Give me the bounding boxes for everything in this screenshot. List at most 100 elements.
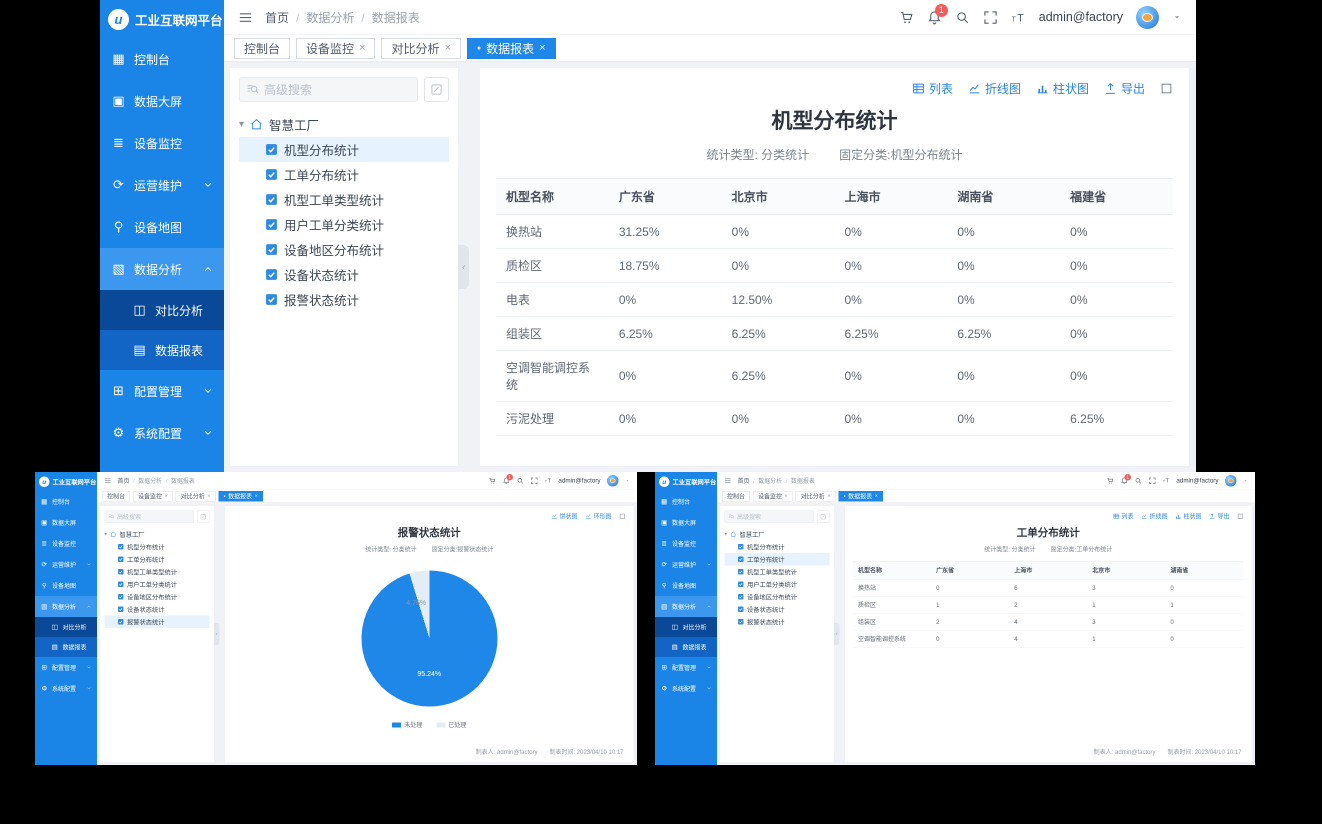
tab-close-icon[interactable]: × xyxy=(359,43,365,54)
cart-icon[interactable] xyxy=(1106,477,1114,485)
breadcrumb-item-home[interactable]: 首页 xyxy=(738,476,750,485)
tree-item-machine-distribution[interactable]: 机型分布统计 xyxy=(105,541,210,554)
tree-item-machine-workorder-type[interactable]: 机型工单类型统计 xyxy=(105,566,210,579)
tab-close-icon[interactable]: × xyxy=(444,43,450,54)
collapse-panel-handle[interactable]: ‹ xyxy=(214,623,220,645)
checkbox-checked-icon[interactable] xyxy=(118,556,125,563)
sidebar-item-device-map[interactable]: ⚲设备地图 xyxy=(35,575,97,596)
collapse-panel-handle[interactable]: ‹ xyxy=(834,623,840,645)
sidebar-item-device-monitor[interactable]: ≣设备监控 xyxy=(655,533,717,554)
tab-close-icon[interactable]: × xyxy=(539,43,545,54)
sidebar-item-config-manage[interactable]: ⊞配置管理 xyxy=(655,657,717,678)
legend-item-handled[interactable]: 已处理 xyxy=(436,721,466,730)
sidebar-item-compare-analysis[interactable]: ◫对比分析 xyxy=(35,617,97,637)
collapse-panel-handle[interactable]: ‹ xyxy=(458,245,469,289)
sidebar-item-data-analysis[interactable]: ▧数据分析 xyxy=(35,596,97,617)
user-email[interactable]: admin@factory xyxy=(558,477,600,484)
tree-item-machine-distribution[interactable]: 机型分布统计 xyxy=(725,541,830,554)
fullscreen-report-button[interactable] xyxy=(1160,82,1173,95)
breadcrumb-item-report[interactable]: 数据报表 xyxy=(162,476,195,485)
export-button[interactable]: 导出 xyxy=(1209,512,1230,521)
avatar[interactable] xyxy=(1225,475,1237,487)
sidebar-item-bigscreen[interactable]: ▣数据大屏 xyxy=(100,80,224,122)
checkbox-checked-icon[interactable] xyxy=(738,594,745,601)
tree-item-user-workorder-class[interactable]: 用户工单分类统计 xyxy=(105,578,210,591)
checkbox-checked-icon[interactable] xyxy=(738,606,745,613)
user-email[interactable]: admin@factory xyxy=(1039,10,1123,24)
tab-close-icon[interactable]: × xyxy=(827,493,830,499)
tree-item-machine-distribution[interactable]: 机型分布统计 xyxy=(239,137,449,162)
checkbox-checked-icon[interactable] xyxy=(738,556,745,563)
breadcrumb-item-report[interactable]: 数据报表 xyxy=(354,9,419,26)
tab-close-icon[interactable]: × xyxy=(875,493,878,499)
tree-root[interactable]: ▾ 智慧工厂 xyxy=(239,112,449,137)
sidebar-item-bigscreen[interactable]: ▣数据大屏 xyxy=(655,512,717,533)
tree-item-device-region[interactable]: 设备地区分布统计 xyxy=(105,591,210,604)
view-line-chart-button[interactable]: 折线图 xyxy=(1141,512,1168,521)
fullscreen-report-button[interactable] xyxy=(1237,513,1244,520)
advanced-search-box[interactable] xyxy=(105,511,195,524)
view-list-button[interactable]: 列表 xyxy=(912,80,953,97)
sidebar-item-system-config[interactable]: ⚙系统配置 xyxy=(655,678,717,699)
breadcrumb-item-analysis[interactable]: 数据分析 xyxy=(289,9,354,26)
notifications-button[interactable]: 1 xyxy=(927,10,942,25)
tab-data-report[interactable]: ●数据报表× xyxy=(838,491,882,502)
fullscreen-report-button[interactable] xyxy=(619,513,626,520)
user-email[interactable]: admin@factory xyxy=(1176,477,1218,484)
tree-item-workorder-distribution[interactable]: 工单分布统计 xyxy=(239,162,449,187)
edit-report-button[interactable] xyxy=(817,511,830,524)
tree-item-device-region[interactable]: 设备地区分布统计 xyxy=(725,591,830,604)
sidebar-item-config-manage[interactable]: ⊞配置管理 xyxy=(35,657,97,678)
breadcrumb-item-home[interactable]: 首页 xyxy=(265,9,289,26)
sidebar-item-data-report[interactable]: ▤数据报表 xyxy=(655,637,717,657)
tab-close-icon[interactable]: × xyxy=(255,493,258,499)
export-button[interactable]: 导出 xyxy=(1104,80,1145,97)
checkbox-checked-icon[interactable] xyxy=(118,544,125,551)
checkbox-checked-icon[interactable] xyxy=(118,594,125,601)
avatar[interactable] xyxy=(607,475,619,487)
tree-expand-icon[interactable]: ▾ xyxy=(725,532,728,538)
vertical-scrollbar[interactable] xyxy=(634,506,638,762)
checkbox-checked-icon[interactable] xyxy=(738,581,745,588)
tab-compare-analysis[interactable]: 对比分析× xyxy=(176,491,216,502)
tab-compare-analysis[interactable]: 对比分析× xyxy=(796,491,836,502)
sidebar-item-operations[interactable]: ⟳运营维护 xyxy=(35,554,97,575)
tree-item-alarm-status[interactable]: 报警状态统计 xyxy=(725,616,830,629)
user-menu-caret-icon[interactable] xyxy=(1172,12,1182,22)
breadcrumb-item-analysis[interactable]: 数据分析 xyxy=(130,476,163,485)
checkbox-checked-icon[interactable] xyxy=(118,606,125,613)
notifications-button[interactable]: 1 xyxy=(502,477,510,485)
sidebar-item-data-report[interactable]: ▤数据报表 xyxy=(35,637,97,657)
tree-expand-icon[interactable]: ▾ xyxy=(105,532,108,538)
checkbox-checked-icon[interactable] xyxy=(118,581,125,588)
tree-root[interactable]: ▾ 智慧工厂 xyxy=(725,528,830,541)
advanced-search-input[interactable] xyxy=(117,513,191,520)
checkbox-checked-icon[interactable] xyxy=(265,293,278,306)
edit-report-button[interactable] xyxy=(424,77,449,102)
tab-console[interactable]: 控制台 xyxy=(234,38,290,59)
checkbox-checked-icon[interactable] xyxy=(118,619,125,626)
tab-close-icon[interactable]: × xyxy=(785,493,788,499)
view-bar-chart-button[interactable]: 柱状图 xyxy=(1175,512,1202,521)
tree-item-workorder-distribution[interactable]: 工单分布统计 xyxy=(725,553,830,566)
tree-item-device-status[interactable]: 设备状态统计 xyxy=(239,262,449,287)
breadcrumb-item-home[interactable]: 首页 xyxy=(118,476,130,485)
tab-close-icon[interactable]: × xyxy=(207,493,210,499)
tree-item-user-workorder-class[interactable]: 用户工单分类统计 xyxy=(725,578,830,591)
checkbox-checked-icon[interactable] xyxy=(118,569,125,576)
tab-device-monitor[interactable]: 设备监控× xyxy=(296,38,375,59)
advanced-search-box[interactable] xyxy=(239,77,418,102)
sidebar-item-console[interactable]: ▦控制台 xyxy=(35,491,97,512)
fullscreen-icon[interactable] xyxy=(983,10,998,25)
view-bar-chart-button[interactable]: 柱状图 xyxy=(1036,80,1089,97)
advanced-search-input[interactable] xyxy=(264,83,411,97)
tree-item-device-region[interactable]: 设备地区分布统计 xyxy=(239,237,449,262)
tree-item-alarm-status[interactable]: 报警状态统计 xyxy=(105,616,210,629)
cart-icon[interactable] xyxy=(899,10,914,25)
search-icon[interactable] xyxy=(1134,477,1142,485)
tab-device-monitor[interactable]: 设备监控× xyxy=(133,491,173,502)
menu-collapse-icon[interactable] xyxy=(238,10,253,25)
sidebar-item-operations[interactable]: ⟳运营维护 xyxy=(100,164,224,206)
menu-collapse-icon[interactable] xyxy=(104,477,112,485)
sidebar-item-system-config[interactable]: ⚙系统配置 xyxy=(100,412,224,454)
